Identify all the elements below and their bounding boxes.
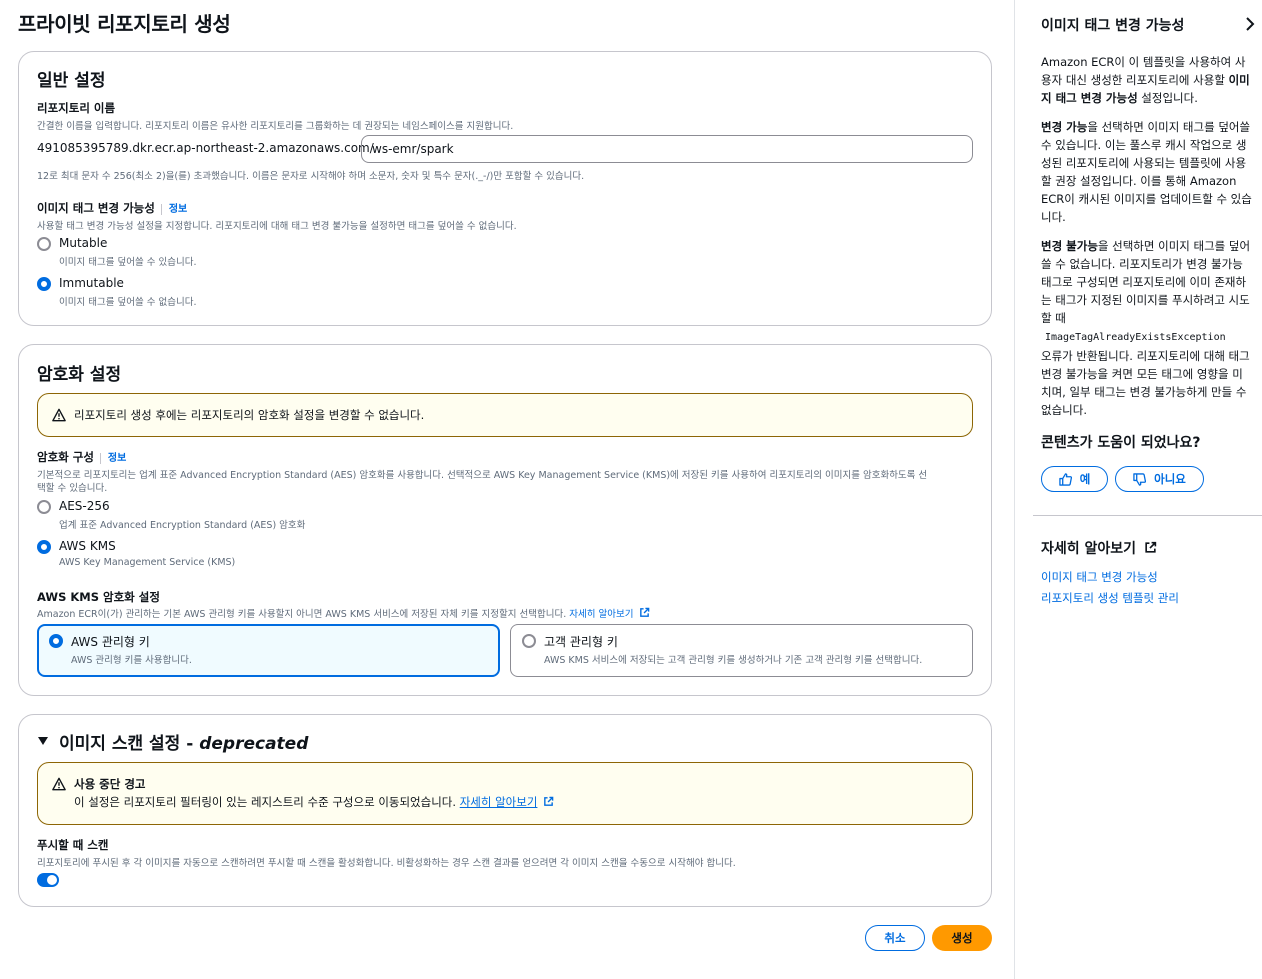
- deprecation-warning-text: 이 설정은 리포지토리 필터링이 있는 레지스트리 수준 구성으로 이동되었습니…: [74, 794, 554, 810]
- tag-mutability-description: 사용할 태그 변경 가능성 설정을 지정합니다. 리포지토리에 대해 태그 변경…: [37, 221, 517, 232]
- repo-name-label: 리포지토리 이름: [37, 101, 116, 115]
- customer-managed-key-label: 고객 관리형 키: [544, 635, 618, 649]
- mutable-label: Mutable: [59, 236, 108, 250]
- help-panel-divider: [1033, 515, 1262, 516]
- kms-settings-label: AWS KMS 암호화 설정: [37, 590, 160, 604]
- repo-name-input[interactable]: ws-emr/spark: [361, 135, 973, 163]
- mutable-radio[interactable]: [37, 237, 51, 251]
- deprecation-warning-title: 사용 중단 경고: [74, 777, 146, 791]
- page-title: 프라이빗 리포지토리 생성: [18, 12, 231, 36]
- encryption-config-description: 기본적으로 리포지토리는 업계 표준 Advanced Encryption S…: [37, 470, 928, 481]
- scan-on-push-toggle[interactable]: [37, 873, 59, 887]
- caret-down-icon: [38, 737, 48, 745]
- scan-on-push-label: 푸시할 때 스캔: [37, 838, 109, 852]
- immutable-label: Immutable: [59, 276, 124, 290]
- help-link-tag-mutability[interactable]: 이미지 태그 변경 가능성: [1041, 569, 1158, 585]
- external-link-icon: [639, 607, 649, 617]
- aws-managed-key-radio[interactable]: [49, 634, 63, 648]
- encryption-config-description-cont: 택할 수 있습니다.: [37, 483, 108, 494]
- repo-name-constraint: 12로 최대 문자 수 256(최소 2)을(를) 초과했습니다. 이름은 문자…: [37, 171, 585, 182]
- external-link-icon: [1145, 541, 1157, 553]
- encryption-warning-alert: 리포지토리 생성 후에는 리포지토리의 암호화 설정을 변경할 수 없습니다.: [37, 393, 973, 437]
- help-link-creation-templates[interactable]: 리포지토리 생성 템플릿 관리: [1041, 590, 1179, 606]
- main-content: 프라이빗 리포지토리 생성 일반 설정 리포지토리 이름 간결한 이름을 입력합…: [0, 0, 1014, 979]
- customer-managed-key-tile[interactable]: 고객 관리형 키 AWS KMS 서비스에 저장되는 고객 관리형 키를 생성하…: [510, 624, 973, 677]
- feedback-title: 콘텐츠가 도움이 되었나요?: [1041, 435, 1201, 451]
- aws-kms-label: AWS KMS: [59, 539, 116, 553]
- info-link[interactable]: 정보: [99, 453, 127, 464]
- thumbs-up-icon: [1058, 472, 1072, 486]
- aes-256-radio[interactable]: [37, 500, 51, 514]
- aws-kms-radio[interactable]: [37, 540, 51, 554]
- aes-256-label: AES-256: [59, 499, 110, 513]
- aws-kms-description: AWS Key Management Service (KMS): [59, 557, 236, 568]
- encryption-settings-card: 암호화 설정 리포지토리 생성 후에는 리포지토리의 암호화 설정을 변경할 수…: [18, 344, 992, 696]
- warning-icon: [52, 408, 66, 422]
- immutable-radio[interactable]: [37, 277, 51, 291]
- warning-icon: [52, 777, 66, 791]
- feedback-no-button[interactable]: 아니요: [1115, 466, 1204, 492]
- toggle-knob: [47, 875, 57, 885]
- encryption-settings-title: 암호화 설정: [37, 365, 122, 385]
- help-paragraph-2: 변경 가능을 선택하면 이미지 태그를 덮어쓸 수 있습니다. 이는 풀스루 캐…: [1041, 120, 1252, 224]
- general-settings-card: 일반 설정 리포지토리 이름 간결한 이름을 입력합니다. 리포지토리 이름은 …: [18, 51, 992, 326]
- image-scan-settings-card: 이미지 스캔 설정 - deprecated 사용 중단 경고 이 설정은 리포…: [18, 714, 992, 907]
- scan-expand-toggle[interactable]: 이미지 스캔 설정 - deprecated: [37, 729, 309, 754]
- general-settings-title: 일반 설정: [37, 71, 106, 91]
- thumbs-down-icon: [1133, 472, 1147, 486]
- repo-name-value: ws-emr/spark: [372, 142, 454, 156]
- aws-managed-key-tile[interactable]: AWS 관리형 키 AWS 관리형 키를 사용합니다.: [37, 624, 500, 677]
- help-panel: 이미지 태그 변경 가능성 Amazon ECR이 이 템플릿을 사용하여 사용…: [1014, 0, 1262, 979]
- encryption-warning-text: 리포지토리 생성 후에는 리포지토리의 암호화 설정을 변경할 수 없습니다.: [74, 408, 425, 422]
- customer-managed-key-radio[interactable]: [522, 634, 536, 648]
- deprecation-warning-alert: 사용 중단 경고 이 설정은 리포지토리 필터링이 있는 레지스트리 수준 구성…: [37, 762, 973, 825]
- learn-more-link[interactable]: 자세히 알아보기: [460, 795, 538, 809]
- aws-managed-key-description: AWS 관리형 키를 사용합니다.: [71, 655, 192, 666]
- tag-mutability-label: 이미지 태그 변경 가능성 정보: [37, 201, 188, 215]
- info-link[interactable]: 정보: [160, 204, 188, 215]
- feedback-yes-button[interactable]: 예: [1041, 466, 1108, 492]
- help-panel-title: 이미지 태그 변경 가능성: [1041, 18, 1185, 34]
- help-paragraph-3: 변경 불가능을 선택하면 이미지 태그를 덮어쓸 수 없습니다. 리포지토리가 …: [1041, 239, 1251, 417]
- cancel-button[interactable]: 취소: [865, 925, 925, 951]
- registry-prefix: 491085395789.dkr.ecr.ap-northeast-2.amaz…: [37, 141, 374, 155]
- scan-on-push-description: 리포지토리에 푸시된 후 각 이미지를 자동으로 스캔하려면 푸시할 때 스캔을…: [37, 858, 736, 869]
- aes-256-description: 업계 표준 Advanced Encryption Standard (AES)…: [59, 520, 306, 531]
- create-button[interactable]: 생성: [932, 925, 992, 951]
- immutable-description: 이미지 태그를 덮어쓸 수 없습니다.: [59, 297, 197, 308]
- encryption-config-label: 암호화 구성 정보: [37, 450, 127, 464]
- help-paragraph-1: Amazon ECR이 이 템플릿을 사용하여 사용자 대신 생성한 리포지토리…: [1041, 55, 1250, 105]
- learn-more-title: 자세히 알아보기: [1041, 538, 1157, 558]
- image-scan-title: 이미지 스캔 설정 - deprecated: [59, 733, 309, 754]
- repo-name-description: 간결한 이름을 입력합니다. 리포지토리 이름은 유사한 리포지토리를 그룹화하…: [37, 121, 514, 132]
- exception-code: ImageTagAlreadyExistsException: [1045, 332, 1226, 343]
- kms-settings-description: Amazon ECR이(가) 관리하는 기본 AWS 관리형 키를 사용할지 아…: [37, 606, 650, 620]
- mutable-description: 이미지 태그를 덮어쓸 수 있습니다.: [59, 257, 197, 268]
- customer-managed-key-description: AWS KMS 서비스에 저장되는 고객 관리형 키를 생성하거나 기존 고객 …: [544, 655, 923, 666]
- learn-more-link[interactable]: 자세히 알아보기: [569, 609, 633, 620]
- chevron-right-icon[interactable]: [1245, 17, 1255, 31]
- external-link-icon: [544, 796, 554, 806]
- aws-managed-key-label: AWS 관리형 키: [71, 635, 150, 649]
